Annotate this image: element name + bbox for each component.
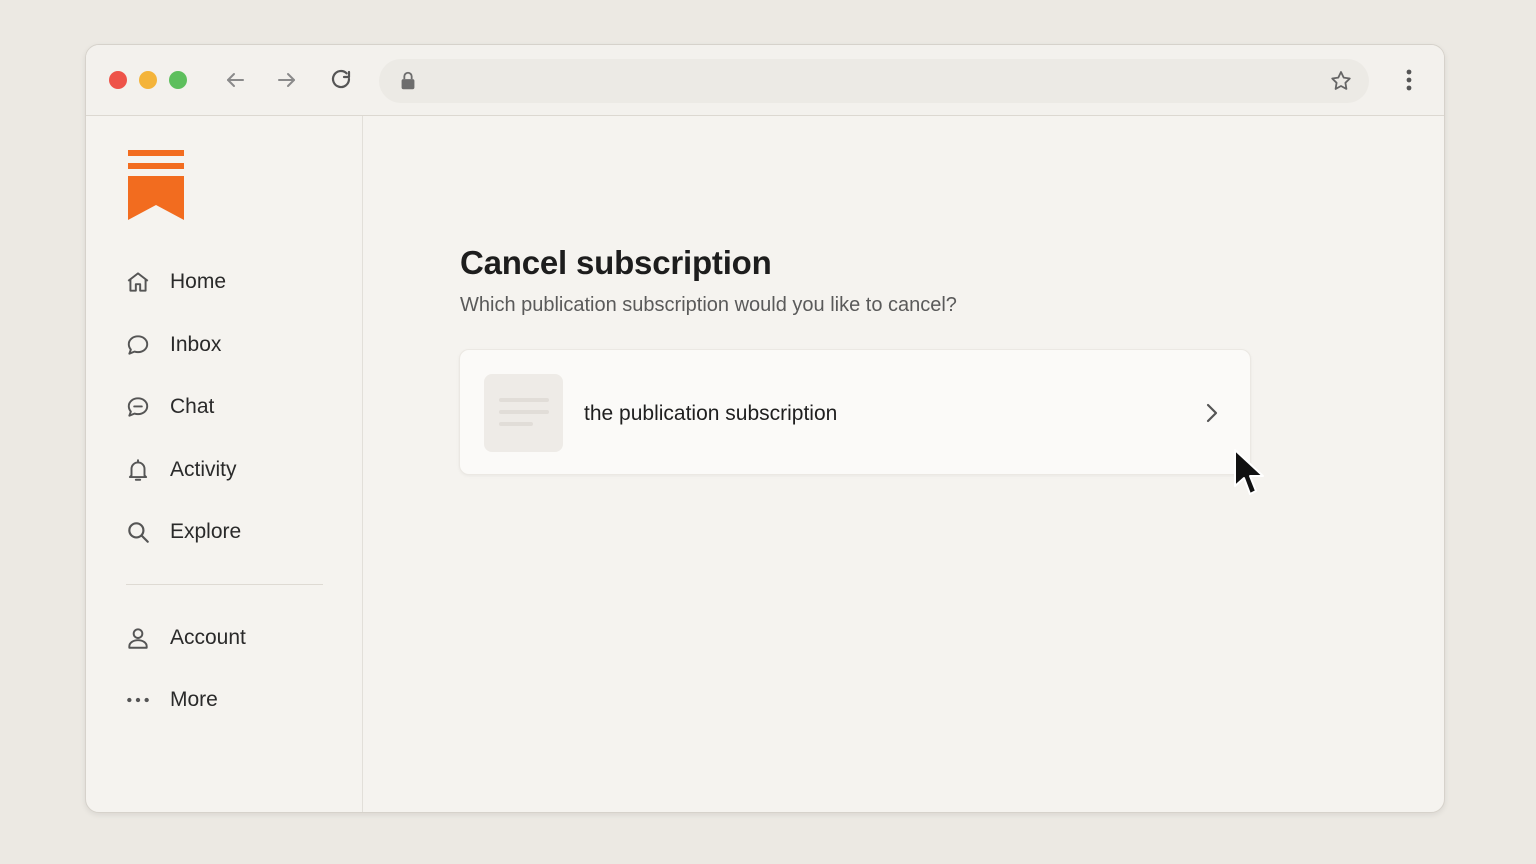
sidebar-item-label: Activity	[170, 458, 237, 481]
arrow-left-icon	[227, 73, 244, 87]
search-icon	[124, 518, 152, 546]
person-icon	[124, 624, 152, 652]
sidebar-item-label: Explore	[170, 520, 242, 543]
sidebar-item-home[interactable]: Home	[124, 264, 344, 300]
forward-button[interactable]	[274, 67, 300, 93]
bookmark-star-icon[interactable]	[1329, 69, 1353, 93]
sidebar-item-account[interactable]: Account	[124, 620, 344, 656]
sidebar-item-explore[interactable]: Explore	[124, 514, 344, 550]
mouse-cursor-icon	[1234, 449, 1264, 495]
ellipsis-icon	[124, 686, 152, 714]
page-subtitle: Which publication subscription would you…	[460, 294, 957, 316]
vertical-dots-icon	[1406, 69, 1412, 91]
sidebar-item-label: Chat	[170, 395, 215, 418]
sidebar-item-activity[interactable]: Activity	[124, 452, 344, 488]
sidebar: Home Inbox Chat Activity Explore Account…	[86, 116, 363, 812]
page-title: Cancel subscription	[460, 244, 772, 281]
chevron-right-icon	[1206, 403, 1218, 423]
bell-icon	[124, 456, 152, 484]
substack-logo-icon[interactable]	[126, 150, 186, 220]
sidebar-item-more[interactable]: More	[124, 682, 344, 718]
reload-button[interactable]	[328, 67, 354, 93]
sidebar-item-chat[interactable]: Chat	[124, 389, 344, 425]
minimize-window-button[interactable]	[139, 71, 157, 89]
url-input[interactable]	[431, 67, 1291, 95]
arrow-right-icon	[278, 73, 295, 87]
browser-window: Home Inbox Chat Activity Explore Account…	[85, 44, 1445, 813]
close-window-button[interactable]	[109, 71, 127, 89]
reload-icon	[331, 69, 351, 89]
sidebar-item-label: Home	[170, 270, 227, 293]
publication-name: the publication subscription	[584, 402, 838, 425]
maximize-window-button[interactable]	[169, 71, 187, 89]
sidebar-divider	[126, 584, 323, 585]
browser-toolbar	[86, 45, 1444, 116]
address-bar[interactable]	[379, 59, 1369, 103]
chat-bubble-icon	[124, 331, 152, 359]
sidebar-item-inbox[interactable]: Inbox	[124, 327, 344, 363]
browser-menu-button[interactable]	[1396, 67, 1422, 93]
main-content: Cancel subscription Which publication su…	[364, 116, 1444, 812]
home-icon	[124, 268, 152, 296]
sidebar-item-label: More	[170, 688, 218, 711]
sidebar-item-label: Inbox	[170, 333, 222, 356]
chat-dots-icon	[124, 393, 152, 421]
back-button[interactable]	[222, 67, 248, 93]
publication-thumbnail	[484, 374, 563, 452]
subscription-card[interactable]: the publication subscription	[459, 349, 1251, 475]
lock-icon	[401, 71, 415, 90]
sidebar-item-label: Account	[170, 626, 246, 649]
